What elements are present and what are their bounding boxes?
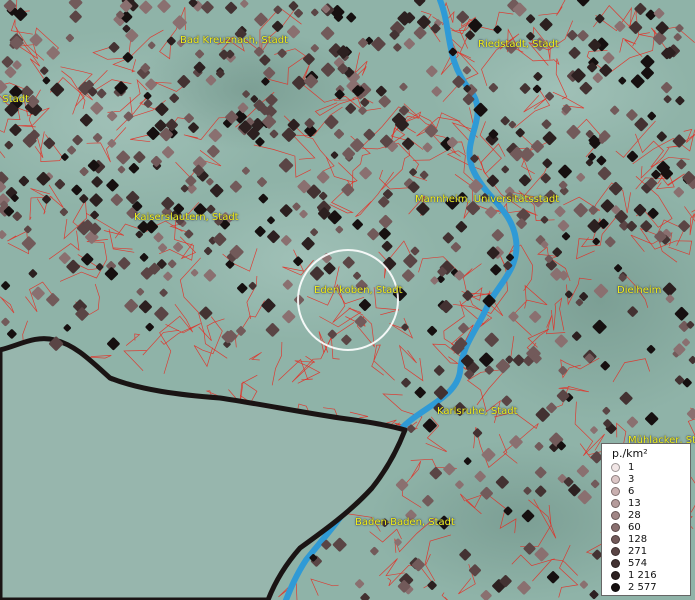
legend-label: 1 [628,462,635,473]
legend-item: 271 [611,546,648,557]
legend-label: 2 577 [628,582,657,593]
legend-label: 6 [628,486,635,497]
city-label-bad-kreuznach[interactable]: Bad Kreuznach, Stadt [180,35,288,46]
city-label-left-edge[interactable]: , Stadt [0,94,29,105]
legend-swatch [611,571,620,580]
legend-swatch [611,499,620,508]
city-label-dielheim[interactable]: Dielheim [617,285,661,296]
legend-label: 13 [628,498,641,509]
map-canvas[interactable] [0,0,695,600]
legend-title: p./km² [612,447,648,460]
legend-swatch [611,547,620,556]
legend-item: 60 [611,522,641,533]
city-label-karlsruhe[interactable]: Karlsruhe, Stadt [437,406,518,417]
legend-label: 60 [628,522,641,533]
legend-item: 1 216 [611,570,657,581]
legend-swatch [611,559,620,568]
legend-item: 574 [611,558,648,569]
legend-swatch [611,511,620,520]
city-label-baden-baden[interactable]: Baden-Baden, Stadt [355,517,455,528]
legend-item: 13 [611,498,641,509]
density-legend: p./km² 1 3 6 13 28 60 128 271 574 1 216 … [601,443,691,596]
legend-label: 1 216 [628,570,657,581]
legend-item: 2 577 [611,582,657,593]
legend-label: 28 [628,510,641,521]
city-label-riedstadt[interactable]: Riedstadt, Stadt [478,39,559,50]
legend-label: 271 [628,546,648,557]
legend-swatch [611,463,620,472]
city-label-edenkoben[interactable]: Edenkoben, Stadt [314,285,403,296]
legend-item: 128 [611,534,648,545]
legend-item: 1 [611,462,635,473]
legend-item: 28 [611,510,641,521]
legend-label: 128 [628,534,648,545]
legend-label: 3 [628,474,635,485]
city-label-kaiserslautern[interactable]: Kaiserslautern, Stadt [134,212,239,223]
legend-swatch [611,583,620,592]
legend-swatch [611,487,620,496]
legend-swatch [611,523,620,532]
legend-item: 6 [611,486,635,497]
legend-label: 574 [628,558,648,569]
city-label-mannheim[interactable]: Mannheim, Universitätsstadt [415,194,559,205]
legend-swatch [611,475,620,484]
legend-item: 3 [611,474,635,485]
legend-swatch [611,535,620,544]
